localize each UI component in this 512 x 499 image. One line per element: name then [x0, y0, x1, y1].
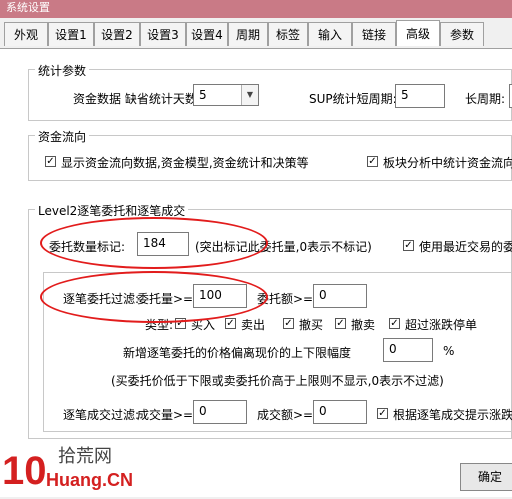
order-amount-input[interactable]: 0: [313, 284, 367, 308]
type-limit-label: 超过涨跌停单: [405, 318, 478, 332]
deviation-input[interactable]: 0: [383, 338, 433, 362]
trade-filter-label: 逐笔成交过滤:: [63, 408, 140, 422]
site-logo: 10 拾荒网 Huang.CN: [0, 440, 150, 496]
trade-limit-label: 根据逐笔成交提示涨跌停: [393, 408, 512, 422]
recent-trade-checkbox[interactable]: ✓: [403, 240, 414, 251]
type-cancel-buy-checkbox[interactable]: ✓: [283, 318, 294, 329]
tab-period[interactable]: 周期: [228, 22, 268, 46]
logo-cn-text: 拾荒网: [58, 446, 112, 467]
type-cancel-sell-label: 撤卖: [351, 318, 376, 332]
window-titlebar: 系统设置: [0, 0, 512, 18]
sup-period-input[interactable]: 5: [395, 84, 445, 108]
trade-volume-input[interactable]: 0: [193, 400, 247, 424]
type-sell-checkbox[interactable]: ✓: [225, 318, 236, 329]
missing-days-label: 资金数据 缺省统计天数:: [73, 92, 201, 106]
long-period-label: 长周期:: [465, 92, 506, 106]
chevron-down-icon[interactable]: ▼: [241, 85, 258, 105]
window-title: 系统设置: [6, 1, 50, 14]
type-sell-label: 卖出: [241, 318, 266, 332]
highlight-ring-order-filter: [40, 271, 268, 323]
fund-opt1-label: 显示资金流向数据,资金模型,资金统计和决策等: [61, 156, 309, 170]
logo-number: 10: [2, 449, 47, 493]
recent-trade-label: 使用最近交易的委托: [419, 240, 512, 254]
deviation-note: (买委托价低于下限或卖委托价高于上限则不显示,0表示不过滤): [111, 374, 444, 388]
tab-settings2[interactable]: 设置2: [94, 22, 140, 46]
tab-appearance[interactable]: 外观: [4, 22, 48, 46]
missing-days-select[interactable]: 5 ▼: [193, 84, 259, 106]
deviation-label: 新增逐笔委托的价格偏离现价的上下限幅度: [123, 346, 352, 360]
group-stats: 统计参数 资金数据 缺省统计天数: 5 ▼ SUP统计短周期: 5 长周期:: [28, 62, 512, 121]
logo-url-text: Huang.CN: [46, 470, 133, 490]
tab-bar: 外观 设置1 设置2 设置3 设置4 周期 标签 输入 链接 高级 参数: [0, 20, 512, 48]
tab-panel-advanced: 统计参数 资金数据 缺省统计天数: 5 ▼ SUP统计短周期: 5 长周期: 资…: [0, 48, 512, 497]
fund-opt2-checkbox[interactable]: ✓: [367, 156, 378, 167]
trade-amount-input[interactable]: 0: [313, 400, 367, 424]
type-limit-checkbox[interactable]: ✓: [389, 318, 400, 329]
fund-opt1-checkbox[interactable]: ✓: [45, 156, 56, 167]
trade-amount-label: 成交额>=: [257, 408, 314, 422]
tab-label[interactable]: 标签: [268, 22, 308, 46]
tab-link[interactable]: 链接: [352, 22, 396, 46]
type-cancel-sell-checkbox[interactable]: ✓: [335, 318, 346, 329]
type-cancel-buy-label: 撤买: [299, 318, 324, 332]
site-logo-graphic: 10 拾荒网 Huang.CN: [2, 446, 133, 493]
trade-volume-label: 成交量>=: [137, 408, 194, 422]
tab-input[interactable]: 输入: [308, 22, 352, 46]
trade-limit-checkbox[interactable]: ✓: [377, 408, 388, 419]
ok-button[interactable]: 确定: [460, 463, 512, 491]
tab-settings1[interactable]: 设置1: [48, 22, 94, 46]
sup-period-label: SUP统计短周期:: [309, 92, 397, 106]
group-fund-flow-legend: 资金流向: [35, 128, 90, 145]
highlight-ring-order-mark: [40, 217, 268, 269]
tab-settings3[interactable]: 设置3: [140, 22, 186, 46]
group-fund-flow: 资金流向 ✓ 显示资金流向数据,资金模型,资金统计和决策等 ✓ 板块分析中统计资…: [28, 128, 512, 181]
missing-days-value: 5: [199, 88, 207, 102]
tab-params[interactable]: 参数: [440, 22, 484, 46]
fund-opt2-label: 板块分析中统计资金流向等: [383, 156, 512, 170]
group-stats-legend: 统计参数: [35, 62, 90, 79]
tab-settings4[interactable]: 设置4: [186, 22, 228, 46]
tab-advanced[interactable]: 高级: [396, 20, 440, 46]
deviation-unit: %: [443, 344, 455, 358]
